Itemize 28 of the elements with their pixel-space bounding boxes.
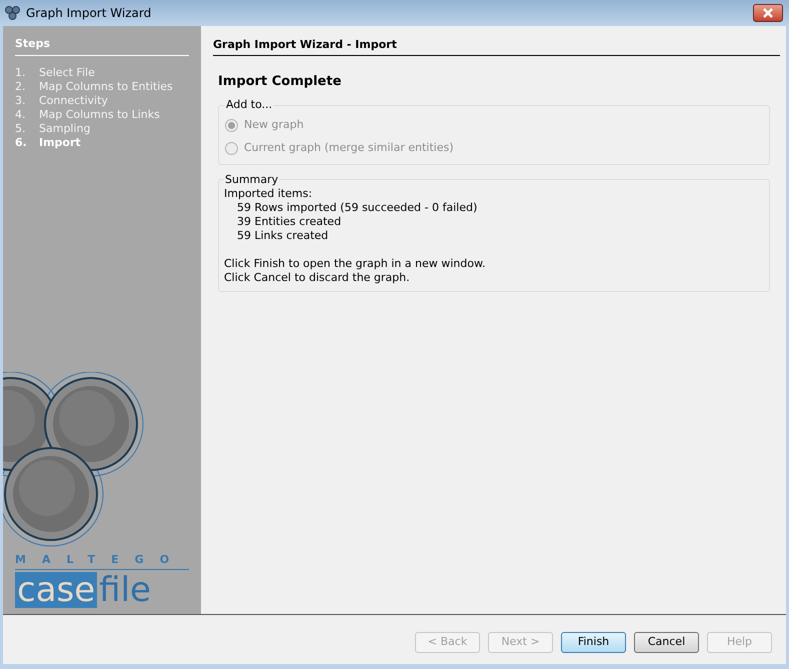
app-icon: [4, 5, 22, 21]
step-item: 2. Map Columns to Entities: [15, 80, 174, 94]
window-title: Graph Import Wizard: [26, 5, 152, 22]
step-item: 4. Map Columns to Links: [15, 108, 161, 122]
summary-item: 59 Links created: [236, 228, 330, 242]
step-item: 1. Select File: [15, 66, 96, 80]
panel-title: Graph Import Wizard - Import: [213, 37, 780, 56]
radio-label: New graph: [244, 116, 304, 133]
close-icon: [762, 8, 774, 18]
wizard-button[interactable]: Finish: [561, 632, 626, 652]
logo-brand: MALTEGO: [15, 552, 186, 568]
logo-text: file: [98, 572, 152, 608]
step-item: 5. Sampling: [15, 122, 92, 136]
summary-note: Click Finish to open the graph in a new window.: [224, 256, 486, 270]
logo-text: case: [15, 572, 98, 608]
summary-item: 59 Rows imported (59 succeeded - 0 failed): [236, 200, 478, 214]
group-title: Add to...: [225, 97, 274, 113]
wizard-button[interactable]: Cancel: [634, 632, 699, 652]
panel-heading: Import Complete: [218, 72, 342, 90]
close-button[interactable]: [753, 4, 783, 22]
step-item: 3. Connectivity: [15, 94, 109, 108]
summary-text: Imported items:: [224, 186, 314, 200]
radio-label: Current graph (merge similar entities): [244, 140, 454, 156]
summary-item: 39 Entities created: [236, 214, 342, 228]
step-item: 6. Import: [15, 136, 82, 150]
steps-title: Steps: [15, 36, 189, 56]
group-title: Summary: [224, 172, 280, 186]
summary-note: Click Cancel to discard the graph.: [224, 270, 411, 284]
